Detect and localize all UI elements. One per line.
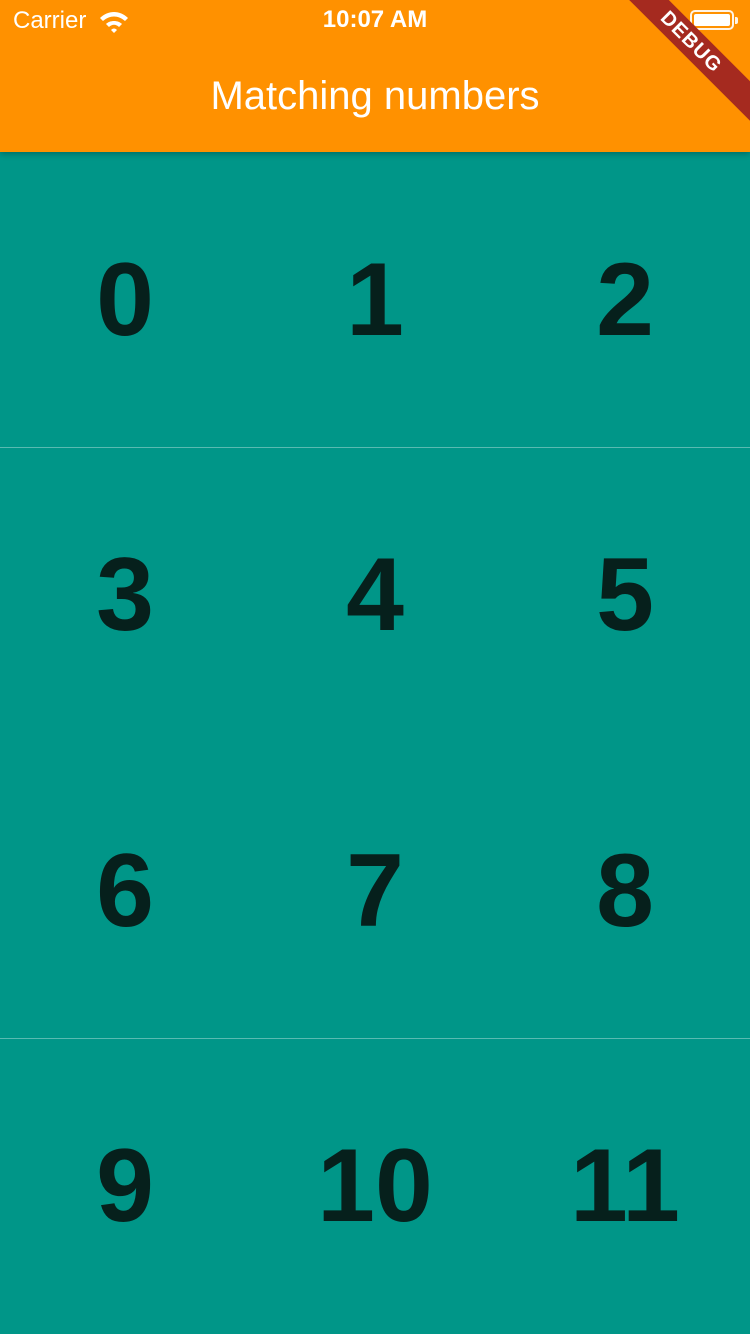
battery-fill bbox=[694, 14, 730, 26]
number-tile-7[interactable]: 7 bbox=[250, 743, 500, 1039]
number-tile-1[interactable]: 1 bbox=[250, 152, 500, 448]
number-grid: 0 1 2 3 4 5 6 7 8 9 10 11 bbox=[0, 152, 750, 1334]
number-tile-5[interactable]: 5 bbox=[500, 448, 750, 744]
app-screen: Carrier 10:07 AM Matching numbers DEBUG … bbox=[0, 0, 750, 1334]
app-bar: Carrier 10:07 AM Matching numbers bbox=[0, 0, 750, 152]
number-tile-10[interactable]: 10 bbox=[250, 1039, 500, 1334]
number-tile-2[interactable]: 2 bbox=[500, 152, 750, 448]
number-tile-6[interactable]: 6 bbox=[0, 743, 250, 1039]
row-divider-1 bbox=[0, 447, 750, 448]
battery-tip bbox=[735, 17, 738, 24]
number-tile-3[interactable]: 3 bbox=[0, 448, 250, 744]
row-divider-3 bbox=[0, 1038, 750, 1039]
number-tile-9[interactable]: 9 bbox=[0, 1039, 250, 1334]
page-title: Matching numbers bbox=[210, 74, 540, 118]
number-tile-4[interactable]: 4 bbox=[250, 448, 500, 744]
status-time: 10:07 AM bbox=[322, 6, 428, 33]
number-tile-8[interactable]: 8 bbox=[500, 743, 750, 1039]
number-tile-11[interactable]: 11 bbox=[500, 1039, 750, 1334]
number-tile-0[interactable]: 0 bbox=[0, 152, 250, 448]
